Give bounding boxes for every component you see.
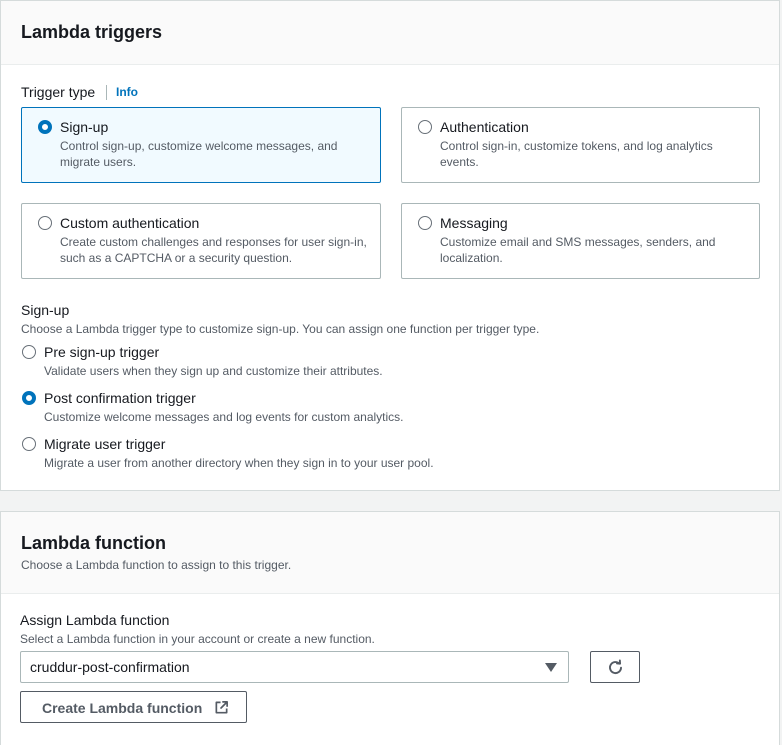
caret-down-icon <box>545 663 557 672</box>
tile-messaging-radio[interactable] <box>418 216 432 230</box>
lambda-triggers-title: Lambda triggers <box>21 22 163 42</box>
pre-signup-title[interactable]: Pre sign-up trigger <box>44 344 159 360</box>
lambda-function-title: Lambda function <box>21 533 166 553</box>
migrate-user-title[interactable]: Migrate user trigger <box>44 436 165 452</box>
tile-custom-authentication[interactable]: Custom authentication Create custom chal… <box>21 203 381 279</box>
tile-custom-authentication-radio[interactable] <box>38 216 52 230</box>
post-confirmation-radio[interactable] <box>22 391 36 405</box>
lambda-triggers-panel: Lambda triggers Trigger type Info Sign-u… <box>0 0 780 491</box>
lambda-function-select[interactable]: cruddur-post-confirmation <box>20 651 569 683</box>
pre-signup-desc: Validate users when they sign up and cus… <box>44 364 383 378</box>
migrate-user-radio[interactable] <box>22 437 36 451</box>
lambda-function-header: Lambda function Choose a Lambda function… <box>1 512 779 594</box>
tile-authentication-title: Authentication <box>440 119 529 135</box>
tile-authentication-radio[interactable] <box>418 120 432 134</box>
migrate-user-desc: Migrate a user from another directory wh… <box>44 456 434 470</box>
signup-section-desc: Choose a Lambda trigger type to customiz… <box>21 322 540 336</box>
tile-authentication-desc: Control sign-in, customize tokens, and l… <box>440 139 713 169</box>
tile-messaging-desc: Customize email and SMS messages, sender… <box>440 235 716 265</box>
tile-custom-authentication-desc: Create custom challenges and responses f… <box>60 235 367 265</box>
tile-custom-authentication-title: Custom authentication <box>60 215 200 231</box>
tile-sign-up-desc: Control sign-up, customize welcome messa… <box>60 139 338 169</box>
create-lambda-function-button[interactable]: Create Lambda function <box>20 691 247 723</box>
external-link-icon <box>215 701 228 714</box>
refresh-button[interactable] <box>590 651 640 683</box>
create-lambda-function-label: Create Lambda function <box>42 700 203 716</box>
info-link[interactable]: Info <box>106 85 138 100</box>
tile-sign-up[interactable]: Sign-up Control sign-up, customize welco… <box>21 107 381 183</box>
post-confirmation-desc: Customize welcome messages and log event… <box>44 410 404 424</box>
signup-section-label: Sign-up <box>21 302 70 318</box>
lambda-triggers-header: Lambda triggers <box>1 1 779 65</box>
lambda-function-select-value: cruddur-post-confirmation <box>30 659 190 675</box>
tile-sign-up-title: Sign-up <box>60 119 109 135</box>
tile-authentication[interactable]: Authentication Control sign-in, customiz… <box>401 107 760 183</box>
tile-messaging[interactable]: Messaging Customize email and SMS messag… <box>401 203 760 279</box>
assign-function-label: Assign Lambda function <box>20 612 170 628</box>
tile-messaging-title: Messaging <box>440 215 508 231</box>
tile-sign-up-radio[interactable] <box>38 120 52 134</box>
trigger-type-label: Trigger type <box>21 84 96 100</box>
pre-signup-radio[interactable] <box>22 345 36 359</box>
post-confirmation-title[interactable]: Post confirmation trigger <box>44 390 196 406</box>
refresh-icon <box>609 659 622 674</box>
lambda-function-subtitle: Choose a Lambda function to assign to th… <box>21 558 292 572</box>
assign-function-desc: Select a Lambda function in your account… <box>20 632 375 646</box>
